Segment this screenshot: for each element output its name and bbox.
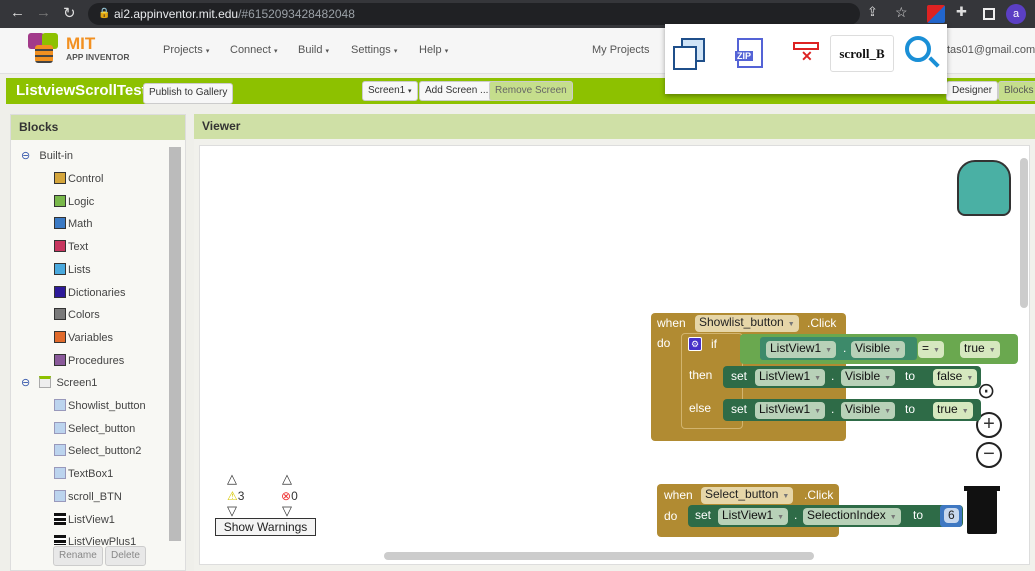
- remove-screen-button[interactable]: Remove Screen: [489, 81, 573, 101]
- tree-item-colors[interactable]: Colors: [54, 308, 100, 321]
- button-icon: [54, 489, 66, 502]
- avatar[interactable]: a: [1006, 4, 1026, 24]
- error-icon: ⊗: [281, 489, 292, 503]
- share-icon[interactable]: ⇪: [867, 4, 878, 20]
- tree-component[interactable]: Select_button2: [54, 444, 141, 457]
- color-swatch: [54, 285, 66, 298]
- color-swatch: [54, 262, 66, 275]
- logo-text: MIT: [66, 34, 96, 53]
- button-icon: [54, 421, 66, 434]
- color-swatch: [54, 308, 66, 321]
- warning-down-arrow[interactable]: ▽: [227, 503, 237, 519]
- designer-button[interactable]: Designer: [946, 81, 999, 101]
- warning-indicator: ⚠3: [227, 489, 245, 503]
- tree-item-dictionaries[interactable]: Dictionaries: [54, 285, 125, 299]
- listview-icon: [54, 535, 66, 546]
- tree-component[interactable]: ListView1: [54, 512, 115, 526]
- screen-select[interactable]: Screen1 ▾: [362, 81, 418, 101]
- button-icon: [54, 399, 66, 411]
- number-field[interactable]: 6: [944, 508, 959, 523]
- set-visible-true-block[interactable]: set ListView1 ▼ . Visible ▼ to true ▼: [723, 399, 981, 421]
- button-icon: [54, 467, 66, 480]
- remove-blocks-icon[interactable]: ✕: [793, 42, 819, 64]
- project-title: ListviewScrollTest: [16, 82, 147, 99]
- add-screen-button[interactable]: Add Screen ...: [419, 81, 495, 101]
- tree-component[interactable]: Select_button: [54, 421, 135, 435]
- viewer-title: Viewer: [194, 114, 1035, 139]
- zoom-out-icon[interactable]: −: [976, 442, 1002, 468]
- blocks-panel-title: Blocks: [11, 115, 185, 140]
- if-block[interactable]: ⚙ if: [685, 334, 735, 364]
- forward-icon[interactable]: →: [36, 4, 51, 21]
- color-swatch: [54, 353, 66, 366]
- error-up-arrow[interactable]: △: [282, 471, 292, 487]
- publish-button[interactable]: Publish to Gallery: [143, 83, 234, 104]
- tree-item-text[interactable]: Text: [54, 240, 88, 253]
- copy-icon[interactable]: [673, 38, 705, 70]
- color-swatch: [54, 194, 66, 207]
- delete-button[interactable]: Delete: [105, 546, 146, 566]
- tree-item-variables[interactable]: Variables: [54, 330, 113, 344]
- reload-icon[interactable]: ↻: [63, 4, 76, 22]
- component-dropdown[interactable]: Showlist_button ▼: [695, 315, 799, 332]
- vertical-scrollbar[interactable]: [1020, 158, 1028, 308]
- zip-icon[interactable]: ZIP: [735, 38, 763, 68]
- warning-icon: ⚠: [227, 489, 238, 503]
- blocks-workspace[interactable]: ⊙ + − △ ⚠3 ▽ △ ⊗0 ▽ Show Warnings when S…: [199, 145, 1030, 565]
- color-swatch: [54, 330, 66, 343]
- listview-icon: [54, 512, 66, 525]
- extension-icon[interactable]: [927, 5, 945, 23]
- tree-item-control[interactable]: Control: [54, 172, 103, 185]
- color-swatch: [54, 217, 66, 230]
- menu-settings[interactable]: Settings ▾: [351, 44, 397, 56]
- puzzle-icon[interactable]: ✚: [956, 4, 967, 20]
- tree-item-procedures[interactable]: Procedures: [54, 353, 124, 367]
- tree-component[interactable]: TextBox1: [54, 467, 113, 480]
- tree-item-math[interactable]: Math: [54, 217, 92, 230]
- component-dropdown[interactable]: Select_button ▼: [701, 487, 794, 504]
- error-indicator: ⊗0: [281, 489, 298, 503]
- compare-block[interactable]: ListView1 ▼ . Visible ▼ = ▼ true ▼: [740, 334, 1018, 364]
- back-icon[interactable]: ←: [10, 4, 25, 21]
- menu-help[interactable]: Help ▾: [419, 44, 448, 56]
- set-selectionindex-block[interactable]: set ListView1 ▼ . SelectionIndex ▼ to 6: [688, 505, 963, 527]
- set-visible-false-block[interactable]: set ListView1 ▼ . Visible ▼ to false ▼: [723, 366, 981, 388]
- error-down-arrow[interactable]: ▽: [282, 503, 292, 519]
- lock-icon: 🔒: [98, 8, 111, 19]
- tree-item-lists[interactable]: Lists: [54, 262, 91, 276]
- star-icon[interactable]: ☆: [895, 4, 908, 21]
- account-menu[interactable]: tas01@gmail.com: [947, 44, 1035, 56]
- tree-component[interactable]: scroll_BTN: [54, 489, 122, 503]
- color-swatch: [54, 172, 66, 184]
- tree-component[interactable]: Showlist_button: [54, 399, 146, 412]
- blocks-panel: Blocks ⊖ Built-in Control Logic Math Text Li…: [10, 114, 186, 571]
- menu-build[interactable]: Build ▾: [298, 44, 329, 56]
- my-projects-link[interactable]: My Projects: [592, 44, 649, 56]
- button-icon: [54, 444, 66, 457]
- gear-icon[interactable]: ⚙: [688, 337, 702, 351]
- sidepanel-icon[interactable]: [983, 8, 995, 20]
- tree-screen1[interactable]: ⊖ Screen1: [21, 376, 97, 389]
- tree-component[interactable]: ListViewPlus1: [54, 535, 136, 546]
- warning-up-arrow[interactable]: △: [227, 471, 237, 487]
- show-warnings-button[interactable]: Show Warnings: [215, 518, 316, 536]
- trash-icon[interactable]: [964, 486, 1000, 534]
- tree-item-logic[interactable]: Logic: [54, 194, 94, 208]
- search-input[interactable]: scroll_B: [830, 35, 894, 72]
- horizontal-scrollbar[interactable]: [384, 552, 814, 560]
- logo-subtext: APP INVENTOR: [66, 52, 130, 62]
- tree-scrollbar[interactable]: [169, 147, 181, 541]
- logo-icon: [28, 33, 60, 65]
- blocks-button[interactable]: Blocks: [998, 81, 1035, 101]
- backpack-icon[interactable]: [957, 160, 1011, 216]
- menu-projects[interactable]: Projects ▾: [163, 44, 209, 56]
- search-icon[interactable]: [905, 36, 940, 68]
- tree-builtin[interactable]: ⊖ Built-in: [21, 149, 73, 162]
- menu-connect[interactable]: Connect ▾: [230, 44, 278, 56]
- rename-button[interactable]: Rename: [53, 546, 103, 566]
- color-swatch: [54, 240, 66, 253]
- address-bar[interactable]: 🔒 ai2.appinventor.mit.edu/#61520934284820…: [88, 3, 860, 25]
- extension-popup: ZIP ✕ scroll_B: [665, 24, 947, 94]
